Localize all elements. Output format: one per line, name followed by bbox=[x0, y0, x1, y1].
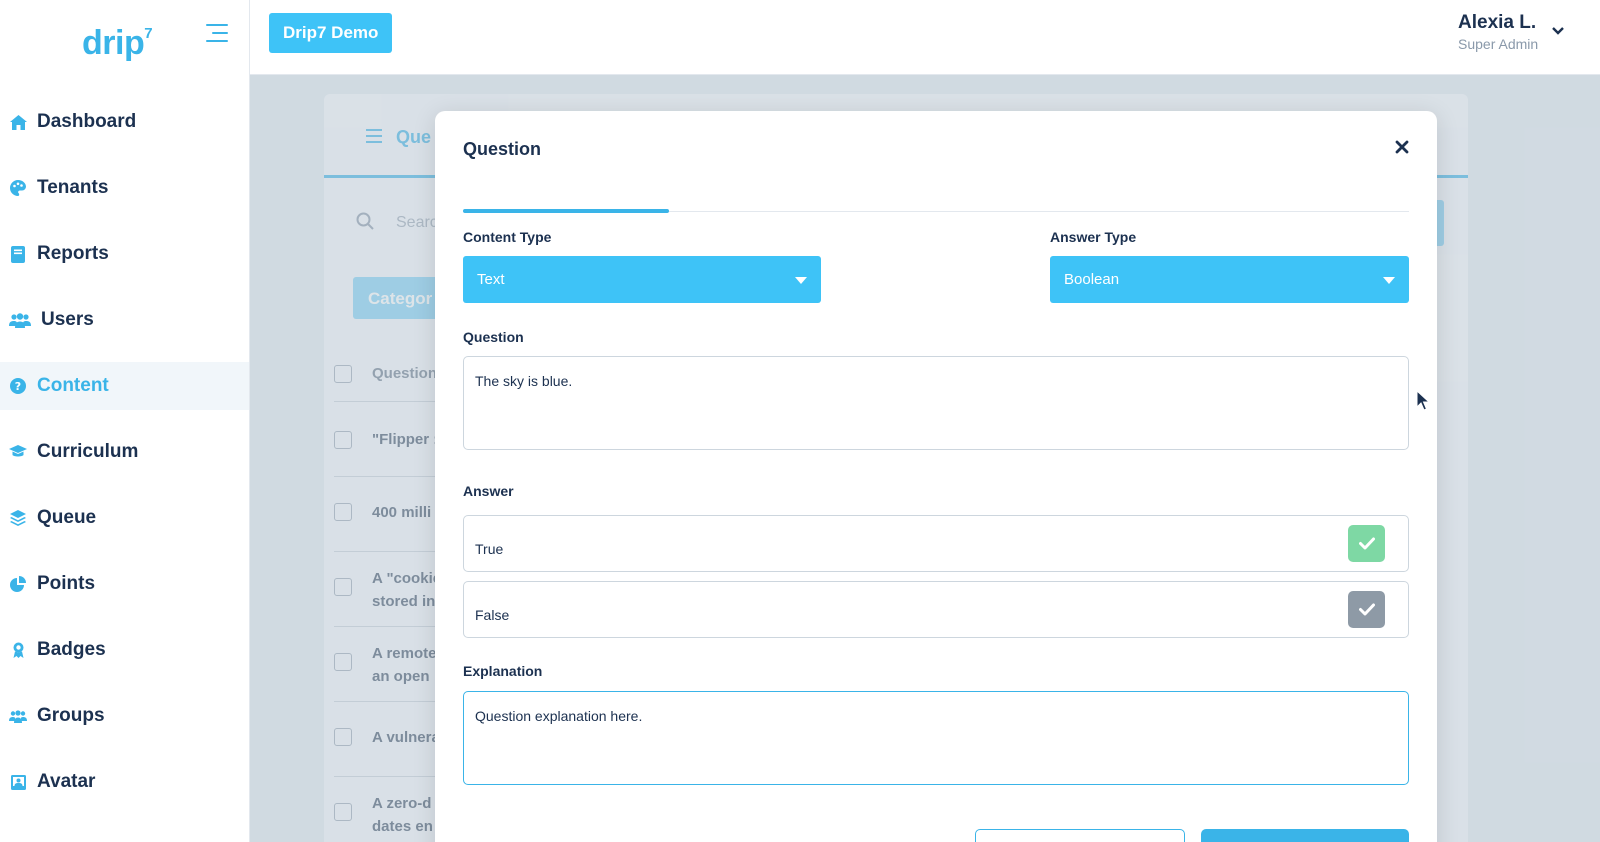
group-icon bbox=[9, 707, 27, 725]
layers-icon bbox=[9, 509, 27, 527]
answer-type-label: Answer Type bbox=[1050, 229, 1137, 245]
answer-option-label: False bbox=[475, 607, 510, 623]
user-role: Super Admin bbox=[1458, 36, 1539, 52]
answer-option-false[interactable]: False bbox=[463, 581, 1409, 638]
users-icon bbox=[9, 311, 31, 329]
book-icon bbox=[9, 245, 27, 263]
home-icon bbox=[9, 113, 27, 131]
logo-superscript: 7 bbox=[144, 24, 153, 42]
question-modal: Question Content Type Text Answer Type B… bbox=[435, 111, 1437, 842]
save-button[interactable] bbox=[1201, 829, 1409, 842]
pie-chart-icon bbox=[9, 575, 27, 593]
answer-type-select[interactable]: Boolean bbox=[1050, 256, 1409, 303]
sidebar-item-label: Avatar bbox=[37, 771, 96, 792]
checkmark-icon[interactable] bbox=[1348, 591, 1385, 628]
explanation-textarea[interactable]: Question explanation here. bbox=[463, 691, 1409, 785]
palette-icon bbox=[9, 179, 27, 197]
sidebar-item-label: Badges bbox=[37, 639, 106, 660]
sidebar-item-dashboard[interactable]: Dashboard bbox=[0, 98, 249, 146]
answer-type-value: Boolean bbox=[1064, 271, 1120, 288]
sidebar-item-tenants[interactable]: Tenants bbox=[0, 164, 249, 212]
sidebar-item-points[interactable]: Points bbox=[0, 560, 249, 608]
question-label: Question bbox=[463, 329, 524, 345]
sidebar-item-queue[interactable]: Queue bbox=[0, 494, 249, 542]
modal-title: Question bbox=[463, 139, 542, 159]
sidebar-item-reports[interactable]: Reports bbox=[0, 230, 249, 278]
portrait-icon bbox=[9, 773, 27, 791]
tenant-switch-button[interactable]: Drip7 Demo bbox=[269, 13, 393, 53]
sidebar-item-label: Reports bbox=[37, 243, 109, 264]
user-name: Alexia L. bbox=[1458, 12, 1537, 33]
sidebar-item-avatar[interactable]: Avatar bbox=[0, 758, 249, 806]
award-icon bbox=[9, 641, 27, 659]
sidebar-item-label: Tenants bbox=[37, 177, 109, 198]
sidebar-item-label: Curriculum bbox=[37, 441, 139, 462]
sidebar-item-content[interactable]: ? Content bbox=[0, 362, 249, 410]
menu-toggle-icon[interactable] bbox=[206, 24, 228, 44]
sidebar: drip7 Dashboard Tenants Reports Users ? … bbox=[0, 0, 250, 842]
user-menu[interactable]: Alexia L. Super Admin bbox=[1458, 12, 1538, 52]
sidebar-item-users[interactable]: Users bbox=[0, 296, 249, 344]
question-textarea[interactable]: The sky is blue. bbox=[463, 356, 1409, 450]
sidebar-nav: Dashboard Tenants Reports Users ? Conten… bbox=[0, 98, 249, 824]
caret-down-icon bbox=[795, 277, 807, 284]
sidebar-item-label: Users bbox=[41, 309, 94, 330]
sidebar-item-groups[interactable]: Groups bbox=[0, 692, 249, 740]
answer-label: Answer bbox=[463, 483, 514, 499]
answer-option-true[interactable]: True bbox=[463, 515, 1409, 572]
sidebar-item-label: Queue bbox=[37, 507, 97, 528]
svg-text:?: ? bbox=[15, 380, 21, 393]
chevron-down-icon[interactable] bbox=[1552, 22, 1564, 38]
top-header: Drip7 Demo Alexia L. Super Admin bbox=[250, 0, 1600, 75]
close-icon[interactable] bbox=[1395, 137, 1409, 157]
logo-text: drip bbox=[82, 24, 145, 62]
sidebar-item-label: Points bbox=[37, 573, 96, 594]
content-type-select[interactable]: Text bbox=[463, 256, 821, 303]
sidebar-item-label: Dashboard bbox=[37, 111, 137, 132]
graduation-cap-icon bbox=[9, 443, 27, 461]
sidebar-item-curriculum[interactable]: Curriculum bbox=[0, 428, 249, 476]
question-circle-icon: ? bbox=[9, 377, 27, 395]
caret-down-icon bbox=[1383, 277, 1395, 284]
content-type-value: Text bbox=[477, 271, 505, 288]
explanation-label: Explanation bbox=[463, 663, 543, 679]
mouse-cursor-icon bbox=[1416, 390, 1431, 411]
modal-tab-indicator[interactable] bbox=[463, 209, 669, 213]
app-logo[interactable]: drip7 bbox=[82, 24, 153, 63]
checkmark-icon[interactable] bbox=[1348, 525, 1385, 562]
content-type-label: Content Type bbox=[463, 229, 552, 245]
answer-option-label: True bbox=[475, 541, 504, 557]
sidebar-item-label: Groups bbox=[37, 705, 105, 726]
sidebar-item-label: Content bbox=[37, 375, 109, 396]
cancel-button[interactable] bbox=[975, 829, 1185, 842]
sidebar-item-badges[interactable]: Badges bbox=[0, 626, 249, 674]
